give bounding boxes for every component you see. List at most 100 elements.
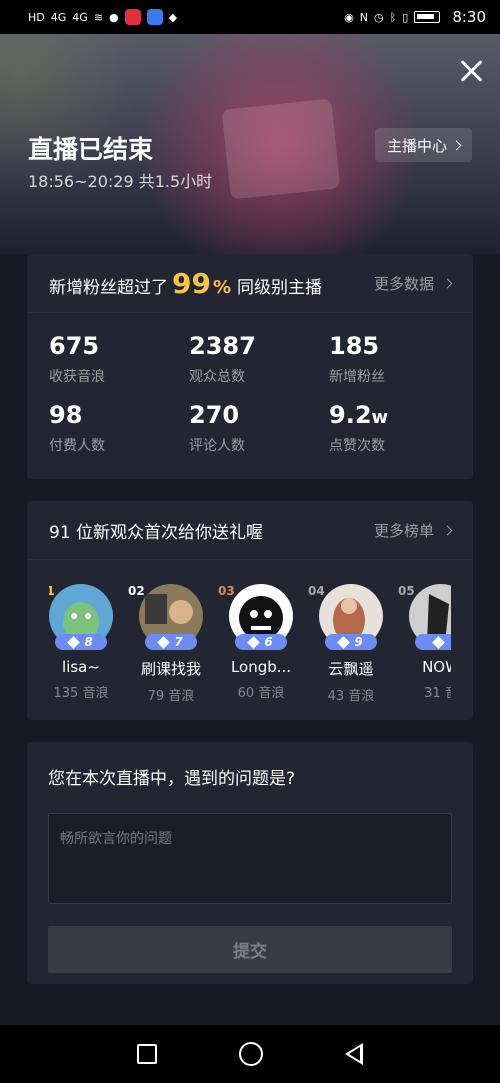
music-app-icon [146,9,163,25]
headline-suffix: 同级别主播 [237,277,323,298]
stat-item: 675 收获音浪 [49,331,189,386]
level-badge: 6 [235,634,287,650]
stat-value: 98 [49,401,83,429]
stat-label: 付费人数 [49,438,105,454]
stats-grid: 675 收获音浪 2387 观众总数 185 新增粉丝 98 付费人数 270 … [27,313,473,455]
gifter-item[interactable]: 05 NOW 31 音 [396,584,451,701]
more-rankings-label: 更多榜单 [373,521,434,540]
anchor-center-label: 主播中心 [386,136,447,155]
gifter-item[interactable]: 04 9 云飘遥 43 音浪 [306,584,396,704]
stats-card: 新增粉丝超过了 99 % 同级别主播 更多数据 675 收获音浪 2387 观众… [27,254,473,479]
stat-item: 9.2w 点赞次数 [329,400,469,455]
signal-icon: 4G [50,10,67,24]
eye-icon: ◉ [344,10,354,24]
stat-value: 2387 [189,332,256,360]
stats-header: 新增粉丝超过了 99 % 同级别主播 更多数据 [27,254,473,313]
headline-percent-sign: % [212,276,232,298]
stat-item: 98 付费人数 [49,400,189,455]
submit-button[interactable]: 提交 [48,926,452,973]
stat-label: 点赞次数 [329,438,385,454]
more-data-label: 更多数据 [373,274,434,293]
gifter-name: lisa~ [62,658,100,676]
diamond-icon [337,635,351,649]
close-button[interactable] [456,56,486,86]
level-number: 9 [354,635,363,649]
stat-item: 2387 观众总数 [189,331,329,386]
feedback-card: 您在本次直播中，遇到的问题是? 提交 [27,742,473,984]
stat-unit: w [371,407,389,428]
diamond-icon [247,635,261,649]
home-button[interactable] [239,1042,263,1066]
level-number: 7 [174,635,183,649]
bluetooth-icon: ᛒ [389,10,397,24]
headline-percent: 99 [172,266,211,300]
live-duration: 18:56~20:29 共1.5小时 [28,172,213,191]
qq-icon: ◆ [168,10,178,24]
back-button[interactable] [345,1043,363,1065]
stat-item: 185 新增粉丝 [329,331,469,386]
hd-icon: HD [28,10,45,24]
rank-number: 05 [398,584,415,598]
gifters-header: 91 位新观众首次给你送礼喔 更多榜单 [27,501,473,560]
level-badge [415,634,451,650]
status-bar: HD 4G 4G ≋ ● ◆ ◉ N ◷ ᛒ ▯ 8:30 [0,0,500,34]
new-gifters-card: 91 位新观众首次给你送礼喔 更多榜单 01 8 lisa~ 135 音浪 [27,501,473,720]
chevron-right-icon [442,278,453,288]
gifter-item[interactable]: 02 7 刷课找我 79 音浪 [126,584,216,704]
level-badge: 8 [55,634,107,650]
more-rankings-link[interactable]: 更多榜单 [373,520,453,541]
chevron-right-icon [451,140,462,150]
rank-number: 02 [128,584,145,598]
anchor-center-button[interactable]: 主播中心 [374,128,472,162]
stat-label: 观众总数 [189,369,245,385]
background-image [221,98,341,200]
stat-label: 收获音浪 [49,369,105,385]
stat-value: 9.2 [329,401,372,429]
gifter-name: Longb... [230,658,292,676]
chevron-right-icon [442,525,453,535]
stat-item: 270 评论人数 [189,400,329,455]
nfc-icon: N [359,10,369,24]
gifter-score: 43 音浪 [327,689,375,704]
recents-button[interactable] [137,1044,157,1064]
gifter-list[interactable]: 01 8 lisa~ 135 音浪 02 [49,560,451,718]
diamond-icon [67,635,81,649]
video-app-icon [124,9,141,25]
signal-icon: 4G [72,10,88,24]
diamond-icon [157,635,171,649]
gifter-score: 31 音 [424,686,451,701]
gifter-name: NOW [422,658,451,676]
headline-prefix: 新增粉丝超过了 [49,277,168,298]
gifter-name: 刷课找我 [140,660,201,678]
feedback-input[interactable] [48,813,452,904]
stat-value: 185 [329,332,380,360]
gifter-item[interactable]: 03 6 Longb... 60 音浪 [216,584,306,701]
gifter-name: 云飘遥 [328,660,374,678]
wifi-icon: ≋ [93,10,104,24]
clock: 8:30 [452,8,486,26]
gifter-score: 79 音浪 [147,689,195,704]
wechat-icon: ● [109,10,119,24]
stats-headline: 新增粉丝超过了 99 % 同级别主播 [49,267,322,300]
level-badge: 7 [145,634,197,650]
gifter-score: 60 音浪 [237,686,285,701]
level-number: 8 [84,635,93,649]
alarm-icon: ◷ [374,10,384,24]
feedback-question: 您在本次直播中，遇到的问题是? [48,769,296,789]
rank-number: 04 [308,584,325,598]
stat-label: 新增粉丝 [329,369,385,385]
hero-banner: 直播已结束 18:56~20:29 共1.5小时 主播中心 [0,34,500,254]
rank-number: 03 [218,584,235,598]
gifter-item[interactable]: 01 8 lisa~ 135 音浪 [49,584,126,701]
diamond-icon [431,635,445,649]
level-badge: 9 [325,634,377,650]
vibrate-icon: ▯ [402,10,409,24]
gifter-score: 135 音浪 [53,686,109,701]
level-number: 6 [264,635,273,649]
stat-label: 评论人数 [189,438,245,454]
rank-number: 01 [49,584,55,598]
gifters-headline: 91 位新观众首次给你送礼喔 [49,522,264,543]
system-nav-bar [0,1025,500,1083]
more-data-link[interactable]: 更多数据 [373,273,453,294]
battery-icon [414,11,441,23]
